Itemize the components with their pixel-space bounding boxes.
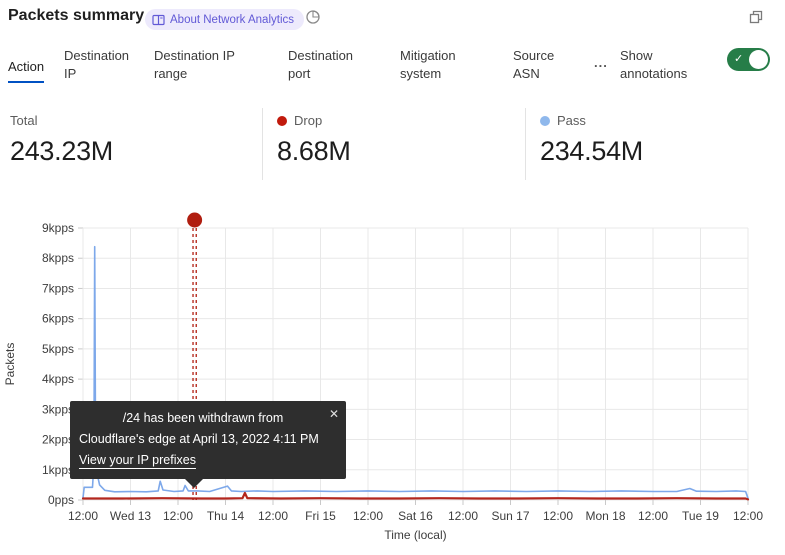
pass-legend-dot	[540, 116, 550, 126]
svg-text:6kpps: 6kpps	[42, 312, 74, 326]
page-title: Packets summary	[8, 7, 144, 25]
toggle-knob	[749, 50, 768, 69]
show-annotations-label: Show annotations	[620, 47, 700, 83]
tooltip-line2: Cloudflare's edge at April 13, 2022 4:11…	[79, 429, 337, 450]
svg-text:Wed 13: Wed 13	[110, 509, 151, 523]
more-tabs-button[interactable]: ...	[594, 55, 608, 70]
stat-total: Total 243.23M	[10, 113, 113, 167]
tab-source-asn[interactable]: Source ASN	[513, 47, 563, 83]
svg-text:12:00: 12:00	[733, 509, 763, 523]
svg-text:0pps: 0pps	[48, 493, 74, 507]
svg-text:Sat 16: Sat 16	[398, 509, 433, 523]
svg-text:12:00: 12:00	[448, 509, 478, 523]
svg-text:7kpps: 7kpps	[42, 281, 74, 295]
drop-legend-dot	[277, 116, 287, 126]
stat-total-label: Total	[10, 113, 37, 128]
book-icon	[152, 14, 165, 26]
view-ip-prefixes-link[interactable]: View your IP prefixes	[79, 453, 196, 467]
packets-time-series-chart: 0pps1kpps2kpps3kpps4kpps5kpps6kpps7kpps8…	[0, 205, 785, 555]
time-period-icon	[305, 9, 321, 25]
stat-total-value: 243.23M	[10, 136, 113, 167]
svg-text:Mon 18: Mon 18	[585, 509, 625, 523]
stat-pass-value: 234.54M	[540, 136, 643, 167]
svg-text:Tue 19: Tue 19	[682, 509, 719, 523]
svg-text:5kpps: 5kpps	[42, 342, 74, 356]
divider	[525, 108, 526, 180]
stat-pass-label: Pass	[557, 113, 586, 128]
svg-text:12:00: 12:00	[638, 509, 668, 523]
svg-text:9kpps: 9kpps	[42, 221, 74, 235]
stat-drop-value: 8.68M	[277, 136, 351, 167]
show-annotations-toggle[interactable]: ✓	[727, 48, 770, 71]
stat-drop-label: Drop	[294, 113, 322, 128]
tab-destination-port[interactable]: Destination port	[288, 47, 364, 83]
svg-text:Fri 15: Fri 15	[305, 509, 336, 523]
tooltip-pointer	[185, 479, 203, 488]
summary-stats: Total 243.23M Drop 8.68M Pass 234.54M	[0, 105, 785, 185]
badge-label: About Network Analytics	[170, 14, 294, 26]
svg-text:12:00: 12:00	[68, 509, 98, 523]
svg-text:4kpps: 4kpps	[42, 372, 74, 386]
svg-text:Sun 17: Sun 17	[491, 509, 529, 523]
svg-text:12:00: 12:00	[163, 509, 193, 523]
svg-text:Thu 14: Thu 14	[207, 509, 245, 523]
svg-text:Time (local): Time (local)	[384, 528, 446, 542]
header: Packets summary About Network Analytics	[0, 0, 785, 40]
expand-window-icon[interactable]	[748, 9, 764, 25]
check-icon: ✓	[734, 52, 743, 65]
tab-mitigation-system[interactable]: Mitigation system	[400, 47, 470, 83]
close-icon[interactable]: ✕	[329, 404, 339, 425]
svg-text:12:00: 12:00	[258, 509, 288, 523]
packets-chart[interactable]: 0pps1kpps2kpps3kpps4kpps5kpps6kpps7kpps8…	[0, 205, 785, 555]
svg-text:12:00: 12:00	[353, 509, 383, 523]
svg-text:Packets: Packets	[3, 343, 17, 386]
dimension-tabs: Action Destination IP Destination IP ran…	[0, 45, 785, 95]
stat-drop: Drop 8.68M	[277, 113, 351, 167]
annotation-tooltip: /24 has been withdrawn from Cloudflare's…	[70, 401, 346, 479]
divider	[262, 108, 263, 180]
about-network-analytics-badge[interactable]: About Network Analytics	[145, 9, 304, 30]
svg-text:12:00: 12:00	[543, 509, 573, 523]
svg-text:8kpps: 8kpps	[42, 251, 74, 265]
tab-destination-ip-range[interactable]: Destination IP range	[154, 47, 250, 83]
tab-destination-ip[interactable]: Destination IP	[64, 47, 136, 83]
stat-pass: Pass 234.54M	[540, 113, 643, 167]
tooltip-line1: /24 has been withdrawn from	[79, 408, 337, 429]
tab-action[interactable]: Action	[8, 58, 44, 76]
